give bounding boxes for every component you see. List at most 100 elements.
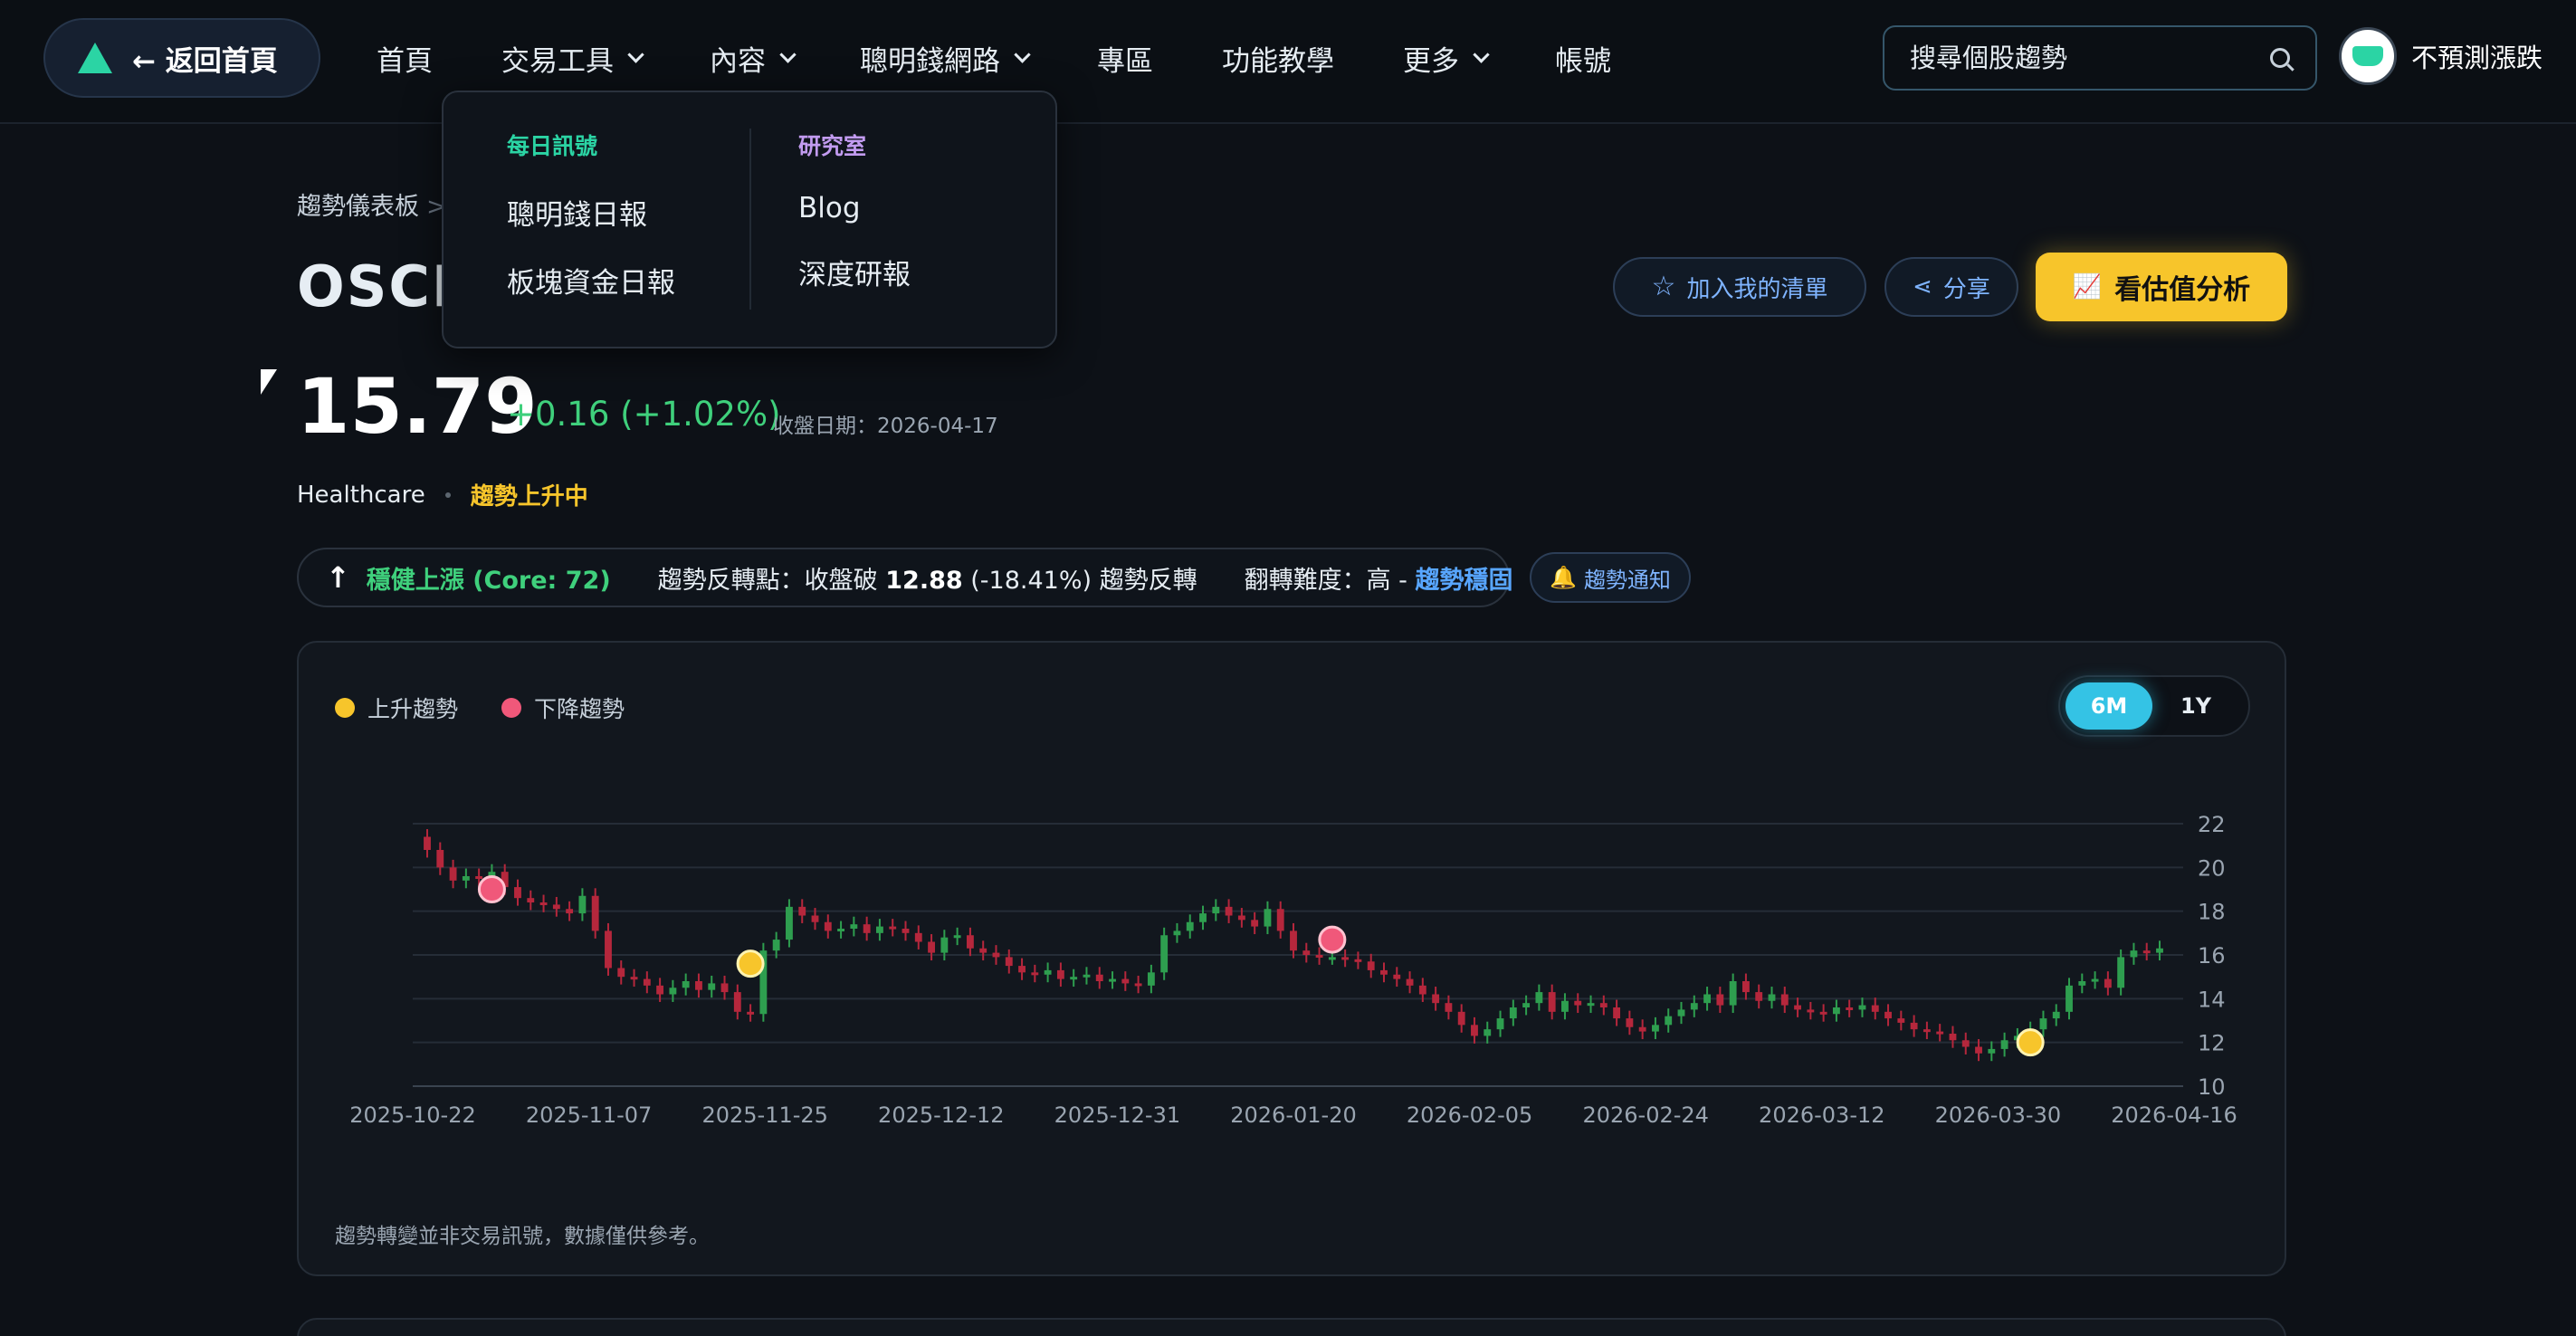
- downtrend-marker[interactable]: [1318, 925, 1347, 954]
- candle-body: [1988, 1048, 1996, 1054]
- candle-body: [837, 929, 845, 931]
- candle-body: [1186, 921, 1194, 931]
- y-tick-label: 12: [2198, 1031, 2226, 1056]
- candle-body: [720, 983, 729, 993]
- candle-body: [940, 937, 949, 953]
- range-1y-button[interactable]: 1Y: [2152, 682, 2239, 730]
- downtrend-marker[interactable]: [477, 875, 506, 903]
- dropdown-link-deep-research[interactable]: 深度研報: [798, 252, 911, 292]
- candle-body: [1496, 1018, 1504, 1030]
- candle-body: [1264, 909, 1272, 927]
- price-chart-card: 10 12 14 16 18 20 22 2025-10-22 2025-11-07 2025-1…: [297, 641, 2286, 1276]
- candle-body: [591, 895, 599, 931]
- nav-account[interactable]: 帳號: [1555, 34, 1611, 81]
- chevron-down-icon: [1014, 45, 1031, 63]
- candle-body: [1005, 957, 1013, 967]
- candlestick-chart[interactable]: 10 12 14 16 18 20 22 2025-10-22 2025-11-07 2025-1…: [299, 643, 2288, 1278]
- candle-body: [1652, 1025, 1659, 1032]
- candle-body: [1056, 969, 1064, 979]
- stock-price: 15.79: [297, 362, 538, 451]
- candle-body: [1109, 978, 1116, 982]
- candle-body: [1922, 1029, 1931, 1033]
- back-home-button[interactable]: ← 返回首頁: [43, 18, 320, 98]
- candle-body: [928, 941, 935, 953]
- trend-status-bar: ↑ 穩健上漲 (Core: 72) 趨勢反轉點：收盤破 12.88 (-18.4…: [297, 548, 1513, 607]
- candle-body: [1871, 1005, 1879, 1012]
- candle-body: [1070, 977, 1078, 980]
- candle-body: [643, 978, 651, 986]
- nav-more[interactable]: 更多: [1403, 34, 1493, 81]
- candle-body: [772, 940, 780, 951]
- candle-body: [1212, 906, 1220, 914]
- candle-body: [1251, 920, 1259, 927]
- nav-smart-money[interactable]: 聰明錢網路: [860, 34, 1034, 81]
- dropdown-link-smart-money-daily[interactable]: 聰明錢日報: [507, 192, 675, 233]
- candle-body: [1587, 1003, 1595, 1007]
- candle-body: [1729, 981, 1737, 1006]
- candle-body: [2091, 978, 2099, 982]
- breadcrumb-root[interactable]: 趨勢儀表板: [297, 193, 419, 221]
- candle-body: [1741, 981, 1750, 993]
- share-button[interactable]: ⋖ 分享: [1884, 257, 2018, 317]
- uptrend-marker[interactable]: [736, 950, 765, 978]
- candle-body: [2117, 957, 2125, 988]
- user-menu[interactable]: 不預測漲跌: [2339, 27, 2543, 85]
- legend-label: 上升趨勢: [367, 696, 459, 722]
- candle-body: [1225, 906, 1233, 916]
- candle-body: [1780, 994, 1789, 1006]
- x-tick-label: 2025-11-25: [701, 1102, 827, 1128]
- uptrend-marker[interactable]: [2016, 1028, 2045, 1057]
- chart-disclaimer: 趨勢轉變並非交易訊號，數據僅供參考。: [335, 1225, 710, 1248]
- candle-body: [2156, 948, 2163, 953]
- trend-stability-link[interactable]: 趨勢穩固: [1416, 560, 1513, 596]
- nav-trading-tools[interactable]: 交易工具: [501, 34, 647, 81]
- candle-body: [1961, 1040, 1970, 1047]
- nav-more-label: 更多: [1403, 44, 1459, 78]
- candle-body: [539, 902, 548, 905]
- candle-body: [1341, 957, 1350, 960]
- y-tick-label: 14: [2198, 987, 2226, 1012]
- candle-body: [1484, 1029, 1492, 1036]
- share-icon: ⋖: [1913, 273, 1932, 301]
- search-icon[interactable]: [2270, 48, 2290, 68]
- back-home-label: ← 返回首頁: [132, 44, 278, 78]
- candle-body: [656, 985, 664, 995]
- y-tick-label: 20: [2198, 855, 2226, 881]
- nav-home[interactable]: 首頁: [377, 34, 433, 81]
- candle-body: [1535, 992, 1543, 1004]
- candle-body: [1522, 1003, 1531, 1007]
- candle-body: [1121, 978, 1130, 984]
- candle-body: [1910, 1022, 1918, 1030]
- candle-body: [1897, 1018, 1905, 1023]
- avatar: [2339, 27, 2397, 85]
- dropdown-column-research: 研究室 Blog 深度研報: [798, 129, 911, 320]
- candle-body: [1302, 950, 1311, 955]
- separator-dot: [444, 491, 451, 498]
- candle-body: [811, 915, 819, 922]
- dropdown-link-blog[interactable]: Blog: [798, 192, 911, 224]
- candle-body: [1665, 1016, 1673, 1026]
- candle-body: [1445, 1003, 1453, 1012]
- trend-notify-button[interactable]: 🔔 趨勢通知: [1530, 552, 1691, 603]
- nav-content[interactable]: 內容: [710, 34, 799, 81]
- dropdown-link-sector-flow-daily[interactable]: 板塊資金日報: [507, 260, 675, 301]
- candle-body: [2066, 985, 2073, 1012]
- nav-tutorial[interactable]: 功能教學: [1222, 34, 1334, 81]
- nav-zone[interactable]: 專區: [1097, 34, 1153, 81]
- candle-body: [1393, 974, 1401, 979]
- x-tick-label: 2026-02-24: [1582, 1102, 1708, 1128]
- logo-icon: [78, 43, 112, 73]
- candle-body: [2039, 1018, 2047, 1030]
- range-6m-button[interactable]: 6M: [2066, 682, 2152, 730]
- x-tick-label: 2025-12-12: [878, 1102, 1004, 1128]
- candle-body: [527, 898, 535, 902]
- reversal-value: 12.88: [885, 566, 963, 595]
- candle-body: [578, 895, 587, 914]
- reversal-suffix: (-18.41%) 趨勢反轉: [970, 566, 1197, 595]
- candle-body: [1328, 957, 1336, 960]
- candle-body: [2078, 981, 2086, 986]
- search-input[interactable]: [1910, 43, 2270, 73]
- add-watchlist-button[interactable]: ☆ 加入我的清單: [1613, 257, 1866, 317]
- valuation-analysis-button[interactable]: 📈 看估值分析: [2036, 253, 2287, 321]
- candle-body: [1134, 983, 1142, 987]
